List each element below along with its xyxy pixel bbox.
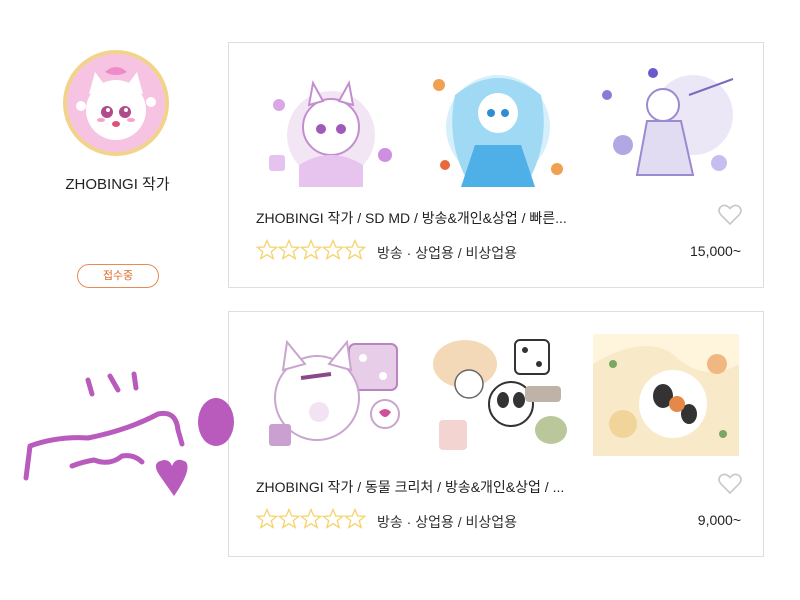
- product-thumbnails: [259, 65, 739, 187]
- product-thumbnail[interactable]: [259, 334, 405, 456]
- star-icon: [300, 508, 322, 530]
- product-thumbnail[interactable]: [593, 65, 739, 187]
- status-badge[interactable]: 접수중: [77, 264, 159, 288]
- product-thumbnail[interactable]: [593, 334, 739, 456]
- artist-avatar[interactable]: [63, 50, 169, 156]
- price-label: 9,000~: [697, 512, 741, 528]
- avatar-image: [67, 54, 165, 152]
- product-card[interactable]: ZHOBINGI 작가 / 동물 크리처 / 방송&개인&상업 / ... 방송…: [228, 311, 764, 557]
- star-icon: [300, 239, 322, 261]
- star-icon: [256, 508, 278, 530]
- star-icon: [256, 239, 278, 261]
- heart-icon[interactable]: [717, 472, 743, 496]
- artist-name[interactable]: ZHOBINGI 작가: [40, 173, 195, 194]
- product-thumbnails: [259, 334, 739, 456]
- product-thumbnail[interactable]: [425, 65, 571, 187]
- product-thumbnail[interactable]: [425, 334, 571, 456]
- product-title[interactable]: ZHOBINGI 작가 / 동물 크리처 / 방송&개인&상업 / ...: [256, 477, 686, 497]
- star-icon: [344, 508, 366, 530]
- star-icon: [344, 239, 366, 261]
- usage-label: 방송 · 상업용 / 비상업용: [377, 245, 518, 261]
- star-icon: [278, 239, 300, 261]
- star-icon: [322, 239, 344, 261]
- price-label: 15,000~: [690, 243, 741, 259]
- heart-icon[interactable]: [717, 203, 743, 227]
- product-thumbnail[interactable]: [259, 65, 405, 187]
- star-icon: [278, 508, 300, 530]
- product-card[interactable]: ZHOBINGI 작가 / SD MD / 방송&개인&상업 / 빠른... 방…: [228, 42, 764, 288]
- product-title[interactable]: ZHOBINGI 작가 / SD MD / 방송&개인&상업 / 빠른...: [256, 208, 686, 228]
- usage-label: 방송 · 상업용 / 비상업용: [377, 514, 518, 530]
- star-rating: [256, 239, 366, 261]
- star-rating: [256, 508, 366, 530]
- artist-profile: ZHOBINGI 작가 접수중: [40, 45, 195, 295]
- star-icon: [322, 508, 344, 530]
- purple-doodle: [23, 371, 234, 496]
